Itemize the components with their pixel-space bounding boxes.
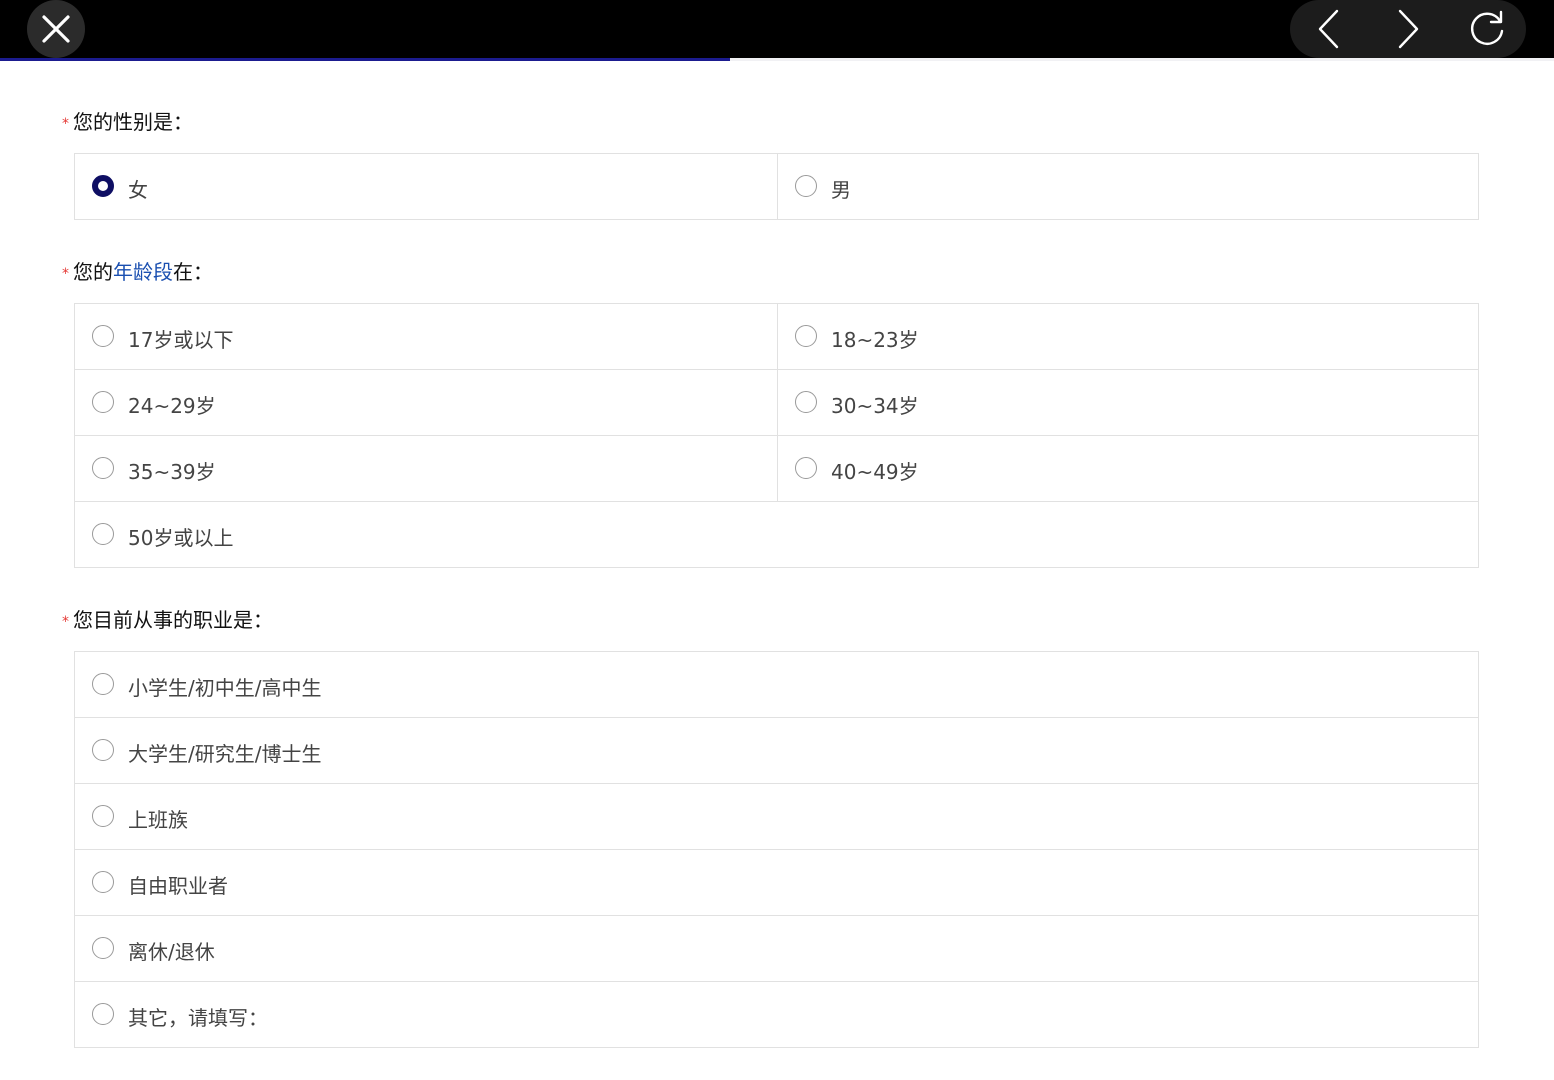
chevron-left-icon (1319, 9, 1339, 49)
question-text-suffix: 在： (173, 260, 213, 284)
radio-male[interactable] (795, 175, 817, 197)
radio-female[interactable] (92, 175, 114, 197)
age-options: 17岁或以下 18~23岁 24~29岁 30~34岁 35~39岁 40~49… (74, 303, 1479, 568)
option-label: 40~49岁 (831, 460, 919, 484)
option-age-18-23[interactable]: 18~23岁 (778, 304, 1480, 370)
radio-age[interactable] (92, 391, 114, 413)
question-text: 您目前从事的职业是： (73, 608, 273, 632)
required-mark: * (62, 613, 69, 630)
question-gender-title: * 您的性别是： (62, 106, 193, 135)
option-student-school[interactable]: 小学生/初中生/高中生 (75, 652, 1478, 718)
option-retired[interactable]: 离休/退休 (75, 916, 1478, 982)
option-age-40-49[interactable]: 40~49岁 (778, 436, 1480, 502)
option-label: 24~29岁 (128, 394, 216, 418)
option-age-17-under[interactable]: 17岁或以下 (75, 304, 777, 370)
radio-age[interactable] (795, 325, 817, 347)
option-label: 17岁或以下 (128, 328, 234, 352)
option-label: 女 (128, 178, 148, 202)
option-label: 男 (831, 178, 851, 202)
option-label: 其它，请填写： (128, 1006, 268, 1030)
option-freelancer[interactable]: 自由职业者 (75, 850, 1478, 916)
option-female[interactable]: 女 (75, 154, 777, 220)
close-icon (42, 15, 70, 43)
occupation-options: 小学生/初中生/高中生 大学生/研究生/博士生 上班族 自由职业者 离休/退休 … (74, 651, 1479, 1048)
option-label: 离休/退休 (128, 940, 215, 964)
radio-occupation[interactable] (92, 739, 114, 761)
close-button[interactable] (27, 0, 85, 58)
question-occupation-title: * 您目前从事的职业是： (62, 604, 273, 633)
refresh-button[interactable] (1457, 0, 1517, 58)
radio-occupation[interactable] (92, 673, 114, 695)
option-label: 35~39岁 (128, 460, 216, 484)
option-male[interactable]: 男 (778, 154, 1480, 220)
option-label: 18~23岁 (831, 328, 919, 352)
option-age-24-29[interactable]: 24~29岁 (75, 370, 777, 436)
browser-nav (1290, 0, 1526, 58)
question-highlight[interactable]: 年龄段 (113, 260, 173, 284)
radio-age[interactable] (92, 325, 114, 347)
question-age-title: * 您的年龄段在： (62, 256, 213, 285)
radio-occupation[interactable] (92, 1003, 114, 1025)
back-button[interactable] (1299, 0, 1359, 58)
radio-age[interactable] (92, 523, 114, 545)
progress-bar (0, 58, 1554, 61)
option-label: 大学生/研究生/博士生 (128, 742, 322, 766)
option-label: 小学生/初中生/高中生 (128, 676, 322, 700)
radio-occupation[interactable] (92, 937, 114, 959)
option-label: 上班族 (128, 808, 188, 832)
progress-bar-fill (0, 58, 731, 61)
option-label: 50岁或以上 (128, 526, 234, 550)
refresh-icon (1470, 10, 1503, 45)
radio-age[interactable] (795, 391, 817, 413)
forward-button[interactable] (1378, 0, 1438, 58)
gender-options: 女 男 (74, 153, 1479, 220)
option-age-30-34[interactable]: 30~34岁 (778, 370, 1480, 436)
question-text: 您的性别是： (73, 110, 193, 134)
question-text: 您的 (73, 260, 113, 284)
option-label: 30~34岁 (831, 394, 919, 418)
radio-occupation[interactable] (92, 805, 114, 827)
option-age-35-39[interactable]: 35~39岁 (75, 436, 777, 502)
required-mark: * (62, 115, 69, 132)
required-mark: * (62, 265, 69, 282)
radio-age[interactable] (795, 457, 817, 479)
top-bar (0, 0, 1554, 58)
option-age-50-over[interactable]: 50岁或以上 (75, 502, 1478, 568)
option-other[interactable]: 其它，请填写： (75, 982, 1478, 1048)
option-student-university[interactable]: 大学生/研究生/博士生 (75, 718, 1478, 784)
option-office-worker[interactable]: 上班族 (75, 784, 1478, 850)
option-label: 自由职业者 (128, 874, 228, 898)
radio-occupation[interactable] (92, 871, 114, 893)
chevron-right-icon (1398, 9, 1419, 49)
radio-age[interactable] (92, 457, 114, 479)
